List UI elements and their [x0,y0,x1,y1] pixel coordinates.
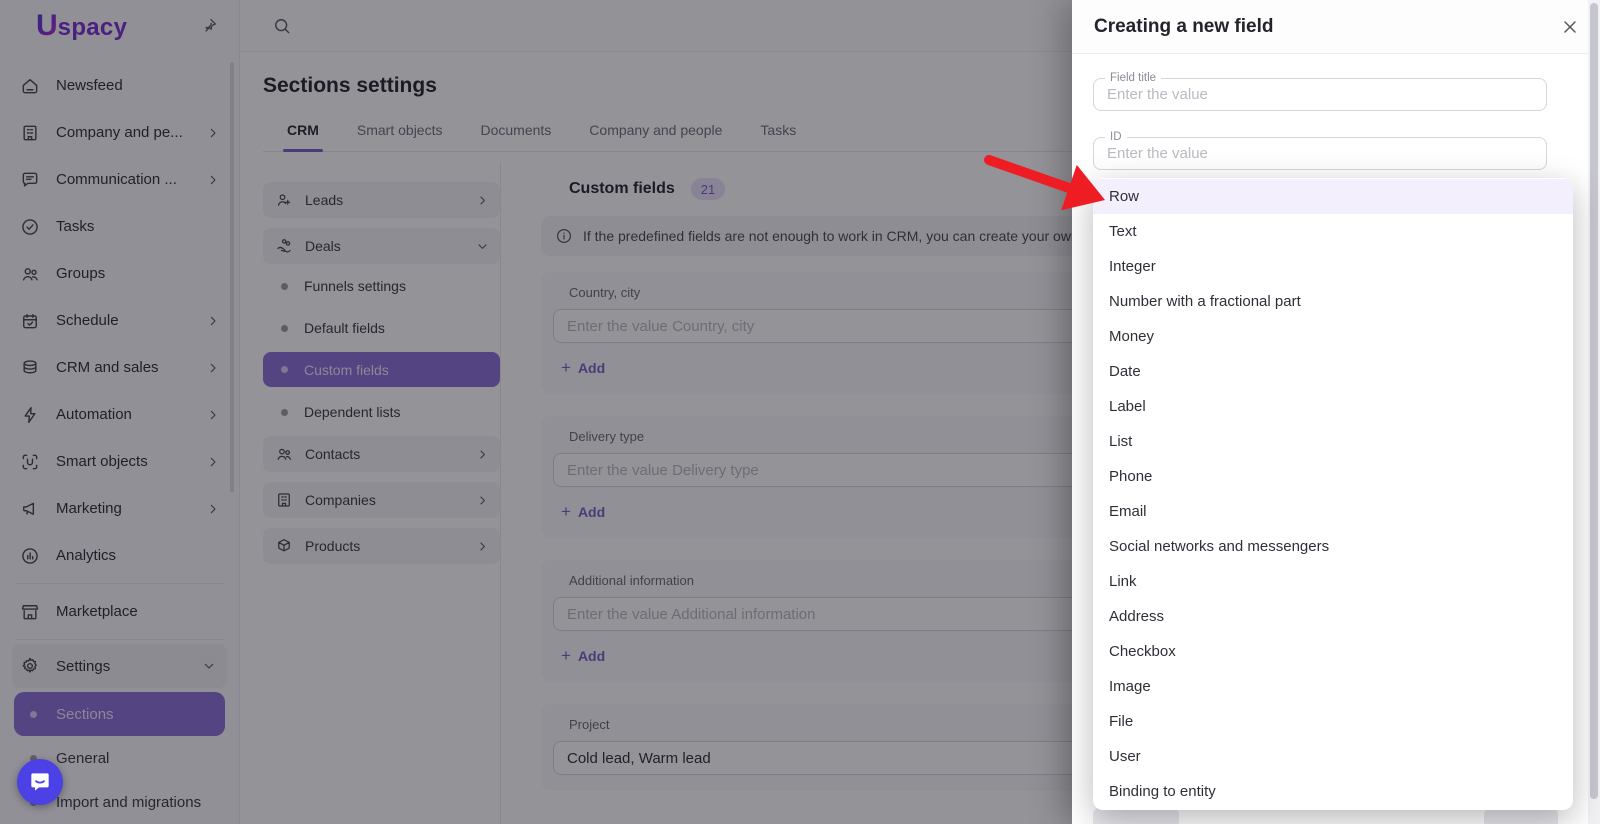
app-window: Uspacy Newsfeed Company and pe... Commun… [0,0,1600,824]
dropdown-option-address[interactable]: Address [1093,599,1573,634]
dropdown-option-number-fractional[interactable]: Number with a fractional part [1093,284,1573,319]
field-title-input[interactable] [1094,79,1546,110]
field-type-dropdown: Row Text Integer Number with a fractiona… [1093,178,1573,810]
dropdown-option-phone[interactable]: Phone [1093,459,1573,494]
field-title-outline: Field title [1093,78,1547,111]
dropdown-option-email[interactable]: Email [1093,494,1573,529]
drawer-scrollbar[interactable] [1588,0,1600,824]
field-id-input[interactable] [1094,138,1546,169]
chat-launcher-button[interactable] [17,759,63,805]
dropdown-option-social-networks[interactable]: Social networks and messengers [1093,529,1573,564]
chat-bubble-icon [27,769,53,795]
dropdown-option-user[interactable]: User [1093,739,1573,774]
dropdown-option-list[interactable]: List [1093,424,1573,459]
dropdown-option-row[interactable]: Row [1093,179,1573,214]
dropdown-option-file[interactable]: File [1093,704,1573,739]
close-icon [1560,17,1580,37]
dropdown-option-money[interactable]: Money [1093,319,1573,354]
dropdown-option-binding-to-entity[interactable]: Binding to entity [1093,774,1573,809]
dropdown-option-text[interactable]: Text [1093,214,1573,249]
dropdown-option-link[interactable]: Link [1093,564,1573,599]
dropdown-option-label[interactable]: Label [1093,389,1573,424]
dropdown-option-checkbox[interactable]: Checkbox [1093,634,1573,669]
drawer-title: Creating a new field [1094,16,1273,38]
dropdown-option-date[interactable]: Date [1093,354,1573,389]
dropdown-option-image[interactable]: Image [1093,669,1573,704]
field-id-outline: ID [1093,137,1547,170]
close-drawer-button[interactable] [1556,13,1584,41]
scrollbar-thumb[interactable] [1590,3,1598,799]
dropdown-option-integer[interactable]: Integer [1093,249,1573,284]
